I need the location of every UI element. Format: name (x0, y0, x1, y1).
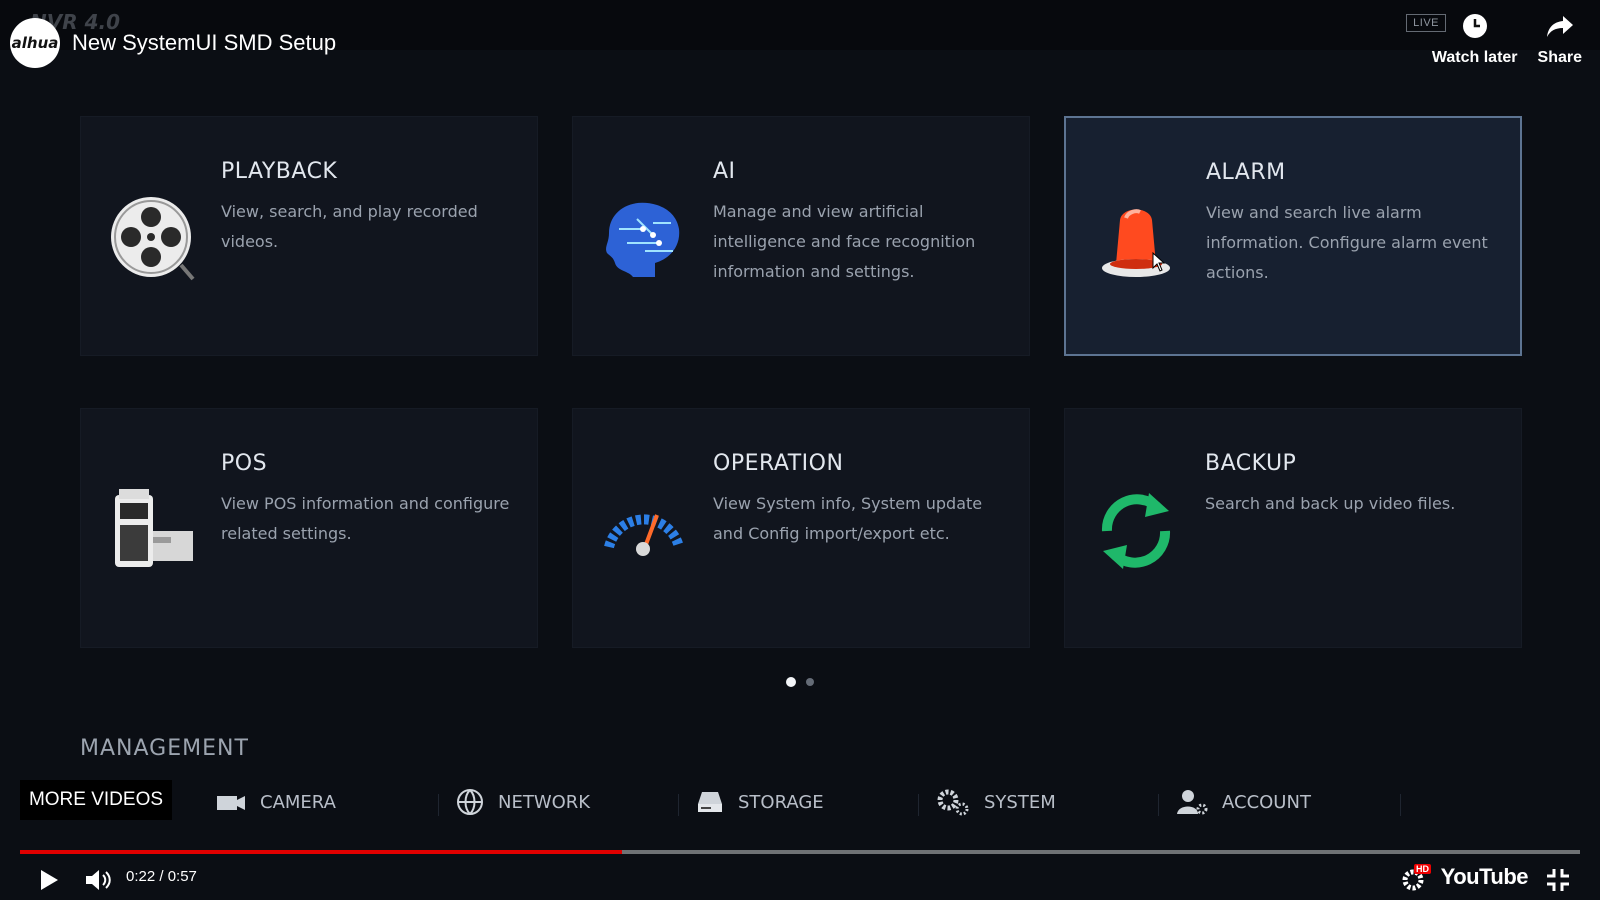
progress-bar[interactable] (20, 850, 1580, 854)
pos-terminal-icon (115, 489, 193, 567)
card-description: View System info, System update and Conf… (713, 494, 983, 543)
share-label: Share (1537, 49, 1582, 66)
globe-icon (457, 789, 483, 815)
watch-later-label: Watch later (1431, 49, 1518, 66)
film-reel-icon (111, 197, 195, 281)
management-divider (918, 794, 919, 816)
settings-button[interactable]: HD (1400, 864, 1432, 892)
play-icon[interactable] (38, 868, 60, 892)
card-description: Search and back up video files. (1205, 494, 1456, 513)
mouse-cursor-icon (1152, 252, 1166, 272)
youtube-logo[interactable]: YouTube (1441, 864, 1529, 890)
share-button[interactable]: Share (1538, 12, 1582, 67)
gears-icon (937, 789, 969, 816)
volume-icon[interactable] (84, 867, 114, 893)
management-item-label: NETWORK (498, 791, 591, 813)
management-camera[interactable]: CAMERA (216, 786, 336, 818)
user-gear-icon (1177, 790, 1208, 815)
exit-fullscreen-icon[interactable] (1546, 868, 1570, 892)
card-description: View and search live alarm information. … (1206, 203, 1488, 282)
page-dot-2[interactable] (806, 678, 814, 686)
management-account[interactable]: ACCOUNT (1176, 786, 1311, 818)
sync-arrows-icon (1101, 493, 1171, 569)
top-actions: Watch later Share (1432, 12, 1582, 67)
management-storage[interactable]: STORAGE (696, 786, 824, 818)
share-arrow-icon (1546, 16, 1573, 37)
video-title[interactable]: New SystemUI SMD Setup (72, 30, 336, 56)
time-display: 0:22 / 0:57 (126, 868, 197, 885)
card-description: View POS information and configure relat… (221, 494, 510, 543)
management-system[interactable]: SYSTEM (936, 786, 1056, 818)
operation-card[interactable]: OPERATION View System info, System updat… (572, 408, 1030, 648)
management-divider (1400, 794, 1401, 816)
watch-later-button[interactable]: Watch later (1432, 12, 1518, 67)
progress-played (20, 850, 623, 854)
management-divider (438, 794, 439, 816)
management-divider (1158, 794, 1159, 816)
management-item-label: CAMERA (260, 791, 336, 813)
card-title: ALARM (1206, 160, 1286, 185)
card-description: View, search, and play recorded videos. (221, 202, 478, 251)
card-title: PLAYBACK (221, 159, 338, 184)
backup-card[interactable]: BACKUP Search and back up video files. (1064, 408, 1522, 648)
page-dot-1[interactable] (786, 677, 796, 687)
card-description: Manage and view artificial intelligence … (713, 202, 976, 281)
more-videos-button[interactable]: MORE VIDEOS (20, 780, 172, 820)
page-indicator (786, 677, 814, 687)
video-title-row: alhua New SystemUI SMD Setup (10, 18, 336, 68)
management-item-label: ACCOUNT (1222, 791, 1311, 813)
management-divider (678, 794, 679, 816)
ai-brain-icon (606, 202, 680, 277)
playback-card[interactable]: PLAYBACK View, search, and play recorded… (80, 116, 538, 356)
alarm-beacon-icon (1102, 209, 1170, 277)
ai-card[interactable]: AI Manage and view artificial intelligen… (572, 116, 1030, 356)
player-controls: 0:22 / 0:57 HD YouTube (0, 860, 1600, 900)
management-heading: MANAGEMENT (80, 736, 249, 761)
camera-icon (217, 796, 245, 810)
card-title: POS (221, 451, 268, 476)
clock-icon (1462, 14, 1487, 38)
hd-badge: HD (1414, 864, 1431, 874)
gauge-icon (604, 514, 684, 556)
card-title: AI (713, 159, 736, 184)
alarm-card[interactable]: ALARM View and search live alarm informa… (1064, 116, 1522, 356)
card-title: OPERATION (713, 451, 844, 476)
management-network[interactable]: NETWORK (456, 786, 590, 818)
channel-logo[interactable]: alhua (10, 18, 60, 68)
card-title: BACKUP (1205, 451, 1297, 476)
hard-drive-icon (698, 792, 722, 812)
pos-card[interactable]: POS View POS information and configure r… (80, 408, 538, 648)
management-item-label: STORAGE (738, 791, 824, 813)
management-item-label: SYSTEM (984, 791, 1056, 813)
